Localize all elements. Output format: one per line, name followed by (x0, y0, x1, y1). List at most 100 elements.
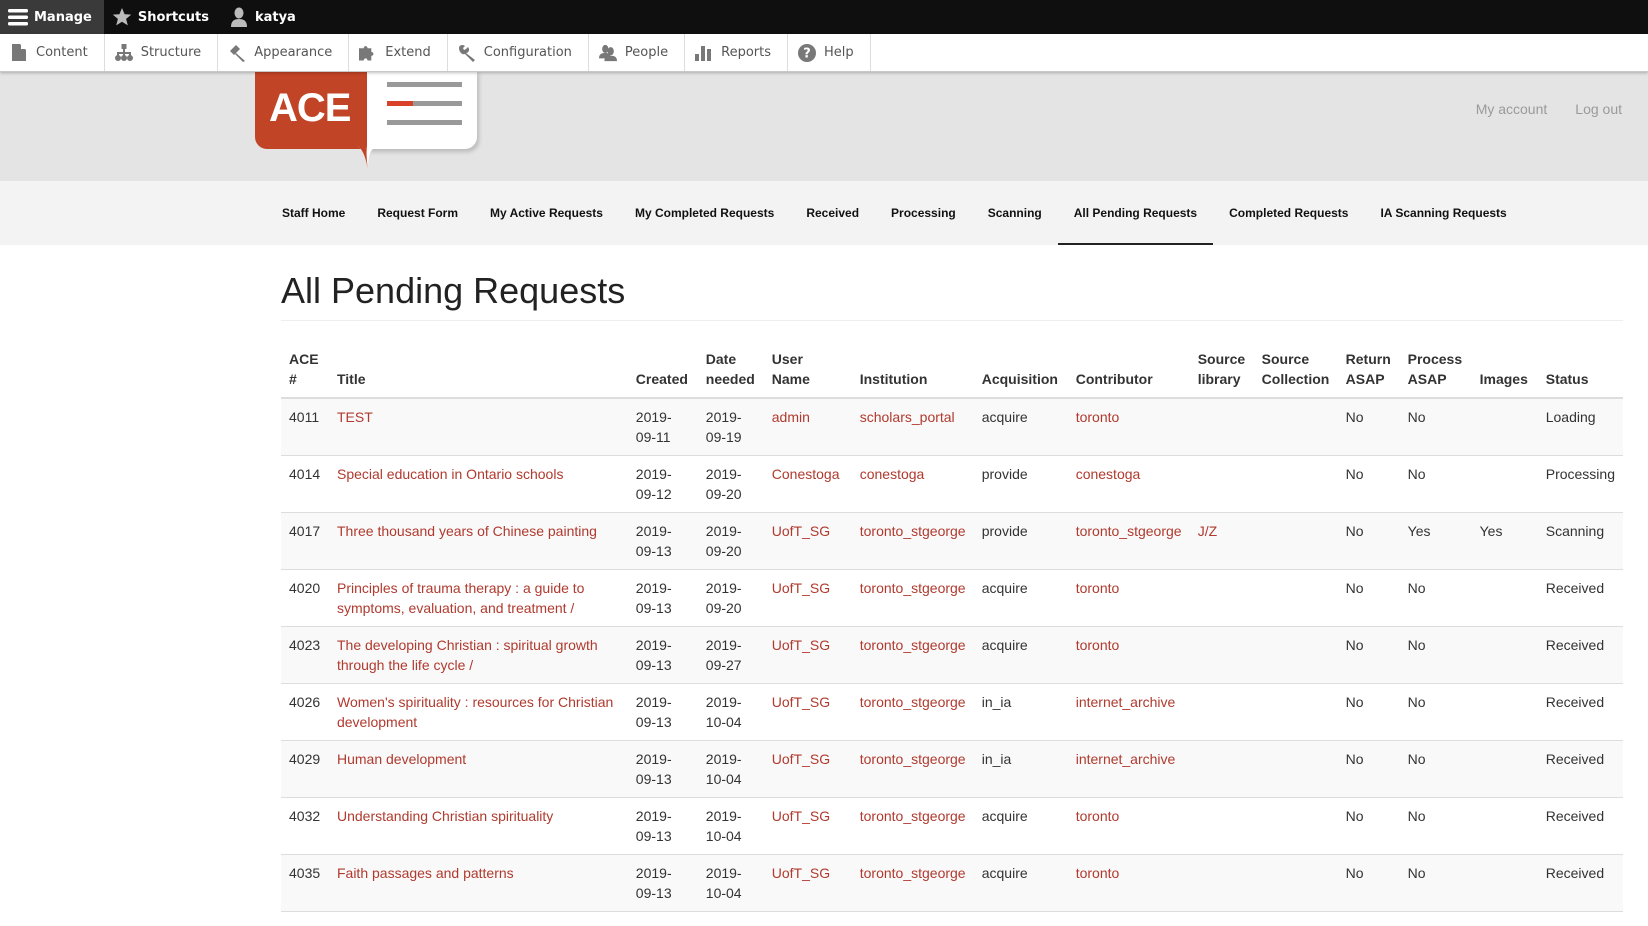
col-source-library[interactable]: Source library (1189, 349, 1254, 399)
title-link[interactable]: TEST (337, 409, 373, 425)
col-process-asap[interactable]: Process ASAP (1399, 349, 1472, 399)
logo-speech-tail (358, 146, 376, 170)
user-link[interactable]: UofT_SG (772, 808, 830, 824)
col-acquisition[interactable]: Acquisition (973, 349, 1068, 399)
wrench-icon (458, 44, 476, 62)
col-contributor[interactable]: Contributor (1067, 349, 1190, 399)
nav-scanning[interactable]: Scanning (972, 181, 1058, 245)
user-link[interactable]: UofT_SG (772, 751, 830, 767)
return-asap: No (1337, 455, 1400, 513)
institution-link[interactable]: toronto_stgeorge (860, 637, 966, 653)
contributor-cell: conestoga (1067, 455, 1190, 513)
user-link[interactable]: UofT_SG (772, 523, 830, 539)
process-asap: No (1399, 797, 1472, 855)
title-link[interactable]: Special education in Ontario schools (337, 466, 563, 482)
toolbar-manage[interactable]: Manage (0, 0, 104, 34)
nav-received[interactable]: Received (790, 181, 875, 245)
col-date-needed[interactable]: Date needed (697, 349, 764, 399)
contributor-link[interactable]: toronto (1076, 580, 1120, 596)
user-link[interactable]: Conestoga (772, 466, 840, 482)
institution-link[interactable]: toronto_stgeorge (860, 694, 966, 710)
institution-link[interactable]: toronto_stgeorge (860, 580, 966, 596)
nav-request-form[interactable]: Request Form (361, 181, 474, 245)
col-user-name[interactable]: User Name (763, 349, 852, 399)
col-institution[interactable]: Institution (851, 349, 974, 399)
nav-my-completed-requests[interactable]: My Completed Requests (619, 181, 790, 245)
ace-number: 4017 (281, 512, 329, 570)
title-cell: The developing Christian : spiritual gro… (328, 626, 628, 684)
toolbar-user-label: katya (254, 9, 296, 25)
col-ace-number[interactable]: ACE # (281, 349, 329, 399)
nav-completed-requests[interactable]: Completed Requests (1213, 181, 1364, 245)
nav-processing[interactable]: Processing (875, 181, 972, 245)
title-link[interactable]: The developing Christian : spiritual gro… (337, 637, 598, 673)
user-link[interactable]: UofT_SG (772, 637, 830, 653)
contributor-link[interactable]: internet_archive (1076, 694, 1176, 710)
nav-all-pending-requests[interactable]: All Pending Requests (1057, 181, 1214, 245)
col-return-asap[interactable]: Return ASAP (1337, 349, 1400, 399)
user-link[interactable]: UofT_SG (772, 865, 830, 881)
source-library-cell (1189, 797, 1254, 855)
title-link[interactable]: Principles of trauma therapy : a guide t… (337, 580, 584, 616)
tray-item-reports[interactable]: Reports (685, 34, 788, 71)
source-library-cell (1189, 455, 1254, 513)
tray-item-help[interactable]: ? Help (788, 34, 871, 71)
col-created[interactable]: Created (627, 349, 698, 399)
nav-staff-home[interactable]: Staff Home (266, 181, 361, 245)
source-library-link[interactable]: J/Z (1198, 523, 1217, 539)
tray-item-extend[interactable]: Extend (349, 34, 448, 71)
col-images[interactable]: Images (1471, 349, 1538, 399)
star-icon (112, 7, 132, 27)
title-link[interactable]: Faith passages and patterns (337, 865, 514, 881)
institution-link[interactable]: scholars_portal (860, 409, 955, 425)
institution-link[interactable]: toronto_stgeorge (860, 751, 966, 767)
toolbar-user[interactable]: katya (221, 0, 308, 34)
title-link[interactable]: Three thousand years of Chinese painting (337, 523, 597, 539)
tray-item-appearance[interactable]: Appearance (218, 34, 350, 71)
tray-item-label: Structure (140, 45, 202, 60)
title-link[interactable]: Understanding Christian spirituality (337, 808, 553, 824)
contributor-link[interactable]: toronto (1076, 409, 1120, 425)
tray-item-label: Extend (385, 45, 431, 60)
toolbar-shortcuts[interactable]: Shortcuts (104, 0, 221, 34)
user-link[interactable]: admin (772, 409, 810, 425)
contributor-link[interactable]: conestoga (1076, 466, 1141, 482)
contributor-link[interactable]: toronto (1076, 808, 1120, 824)
source-library-cell (1189, 569, 1254, 627)
paintbrush-icon (228, 44, 246, 62)
institution-link[interactable]: conestoga (860, 466, 925, 482)
toolbar-shortcuts-label: Shortcuts (137, 9, 209, 25)
contributor-link[interactable]: toronto (1076, 637, 1120, 653)
site-logo[interactable]: ACE (255, 70, 485, 170)
col-title[interactable]: Title (328, 349, 628, 399)
contributor-link[interactable]: toronto_stgeorge (1076, 523, 1182, 539)
tray-item-people[interactable]: People (589, 34, 686, 71)
col-status[interactable]: Status (1537, 349, 1623, 399)
user-cell: admin (763, 397, 852, 456)
source-collection (1253, 797, 1338, 855)
title-cell: Faith passages and patterns (328, 854, 628, 912)
institution-link[interactable]: toronto_stgeorge (860, 808, 966, 824)
user-link[interactable]: UofT_SG (772, 694, 830, 710)
institution-link[interactable]: toronto_stgeorge (860, 523, 966, 539)
nav-my-active-requests[interactable]: My Active Requests (474, 181, 619, 245)
my-account-link[interactable]: My account (1476, 101, 1548, 117)
tray-item-structure[interactable]: Structure (105, 34, 219, 71)
pending-requests-table: ACE # Title Created Date needed User Name I… (281, 349, 1623, 912)
log-out-link[interactable]: Log out (1575, 101, 1622, 117)
status: Loading (1537, 397, 1623, 456)
tray-item-content[interactable]: Content (0, 34, 105, 71)
title-link[interactable]: Women's spirituality : resources for Chr… (337, 694, 613, 730)
nav-ia-scanning-requests[interactable]: IA Scanning Requests (1364, 181, 1522, 245)
col-source-collection[interactable]: Source Collection (1253, 349, 1338, 399)
institution-link[interactable]: toronto_stgeorge (860, 865, 966, 881)
date-needed: 2019- 09-20 (697, 569, 764, 627)
contributor-link[interactable]: internet_archive (1076, 751, 1176, 767)
title-link[interactable]: Human development (337, 751, 466, 767)
contributor-link[interactable]: toronto (1076, 865, 1120, 881)
images (1471, 455, 1538, 513)
contributor-cell: internet_archive (1067, 683, 1190, 741)
user-link[interactable]: UofT_SG (772, 580, 830, 596)
images (1471, 397, 1538, 456)
tray-item-configuration[interactable]: Configuration (448, 34, 589, 71)
